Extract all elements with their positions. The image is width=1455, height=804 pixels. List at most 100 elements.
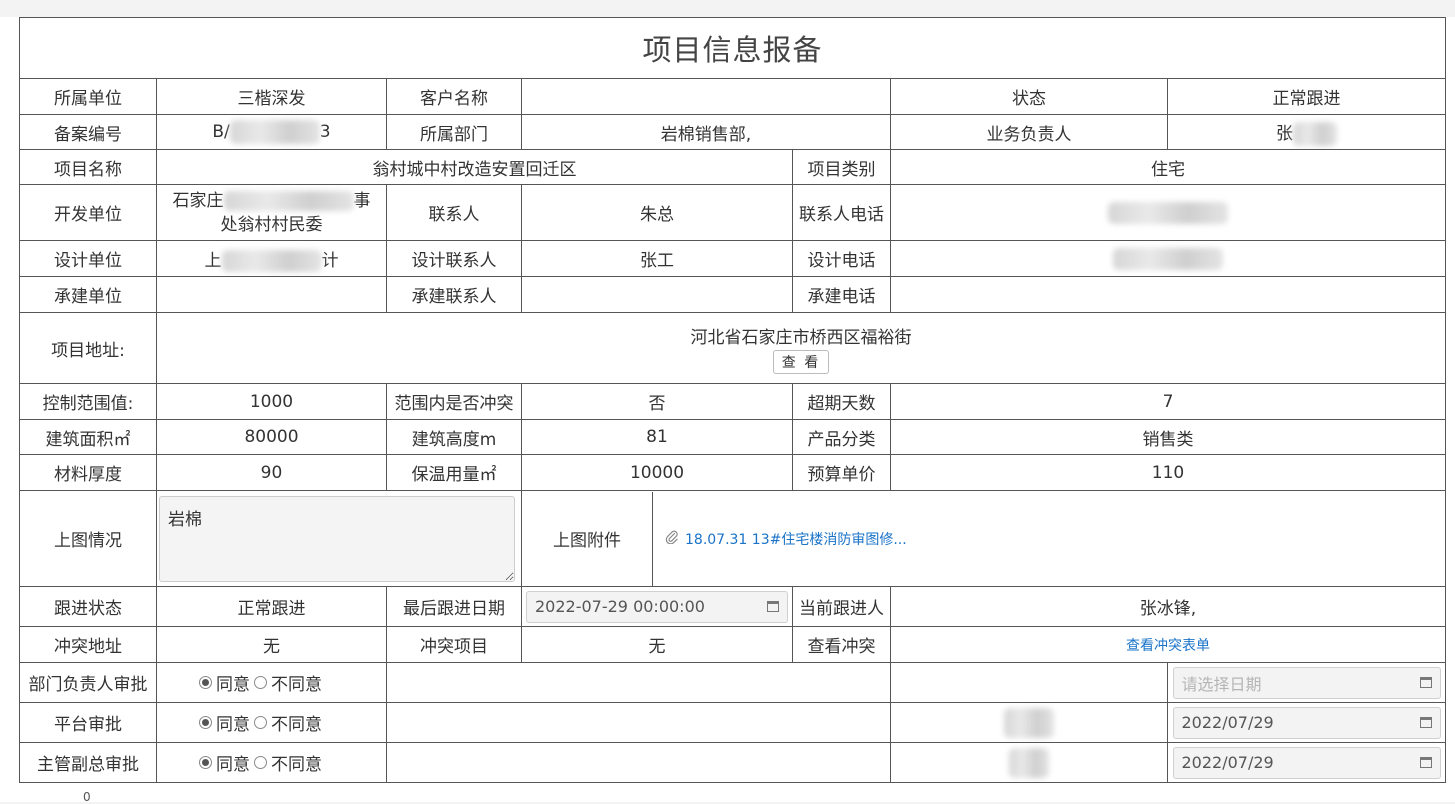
redacted-blur — [229, 120, 320, 144]
status-value: 正常跟进 — [1167, 78, 1446, 115]
approval-signature — [890, 742, 1168, 783]
product-category-label: 产品分类 — [792, 419, 891, 455]
building-area-label: 建筑面积㎡ — [19, 419, 157, 455]
unit-value: 三楷深发 — [156, 78, 387, 115]
dept-value: 岩棉销售部, — [521, 114, 891, 150]
record-value: B/3 — [156, 114, 387, 150]
material-thickness-label: 材料厚度 — [19, 454, 157, 491]
overdue-days-value: 7 — [890, 383, 1446, 420]
disagree-label: 不同意 — [271, 675, 322, 695]
approval-date-value: 2022/07/29 — [1181, 753, 1274, 772]
approval-radios: 同意 不同意 — [156, 662, 387, 703]
agree-label: 同意 — [216, 755, 250, 775]
approval-row-vp: 主管副总审批 同意 不同意 2022/07/29 — [19, 742, 1446, 783]
attachment-cell: 上图附件 18.07.31 13#住宅楼消防审图修... — [521, 490, 1446, 587]
budget-price-value: 110 — [890, 454, 1446, 491]
agree-radio[interactable] — [199, 756, 212, 769]
approval-radios: 同意 不同意 — [156, 742, 387, 783]
status-label: 状态 — [890, 78, 1168, 115]
disagree-label: 不同意 — [271, 755, 322, 775]
range-conflict-label: 范围内是否冲突 — [386, 383, 522, 420]
disagree-radio[interactable] — [254, 756, 267, 769]
address-cell: 河北省石家庄市桥西区福裕街 查 看 — [156, 312, 1446, 384]
building-height-value: 81 — [521, 419, 793, 455]
budget-price-label: 预算单价 — [792, 454, 891, 491]
approval-date-input[interactable]: 请选择日期 — [1172, 666, 1441, 699]
contact-label: 联系人 — [386, 184, 522, 241]
design-unit-value: 上计 — [156, 240, 387, 277]
view-address-button[interactable]: 查 看 — [772, 349, 830, 374]
record-label: 备案编号 — [19, 114, 157, 150]
product-category-value: 销售类 — [890, 419, 1446, 455]
approval-date-cell: 请选择日期 — [1167, 662, 1446, 703]
disagree-radio[interactable] — [254, 716, 267, 729]
view-conflict-form-link[interactable]: 查看冲突表单 — [1126, 638, 1210, 654]
approval-date-input[interactable]: 2022/07/29 — [1172, 706, 1441, 739]
control-range-value: 1000 — [156, 383, 387, 420]
last-follow-date-cell: 2022-07-29 00:00:00 — [521, 586, 793, 627]
approval-comment — [386, 702, 891, 743]
agree-radio[interactable] — [199, 716, 212, 729]
developer-value: 石家庄 事 处翁村村民委 — [156, 184, 387, 241]
developer-line1: 石家庄 — [172, 190, 224, 211]
builder-phone-value — [890, 276, 1446, 313]
calendar-icon[interactable] — [1419, 677, 1432, 688]
follow-status-label: 跟进状态 — [19, 586, 157, 627]
control-range-label: 控制范围值: — [19, 383, 157, 420]
calendar-icon[interactable] — [767, 601, 779, 612]
approval-signature — [890, 702, 1168, 743]
project-report-table: 项目信息报备 所属单位 三楷深发 客户名称 状态 正常跟进 备案编号 B/3 所… — [19, 17, 1446, 783]
approval-signature — [890, 662, 1168, 703]
design-contact-value: 张工 — [521, 240, 793, 277]
contact-phone-value — [890, 184, 1446, 241]
drawing-status-textarea[interactable]: 岩棉 — [159, 495, 515, 582]
conflict-project-value: 无 — [521, 626, 793, 663]
contact-value: 朱总 — [521, 184, 793, 241]
attachment-link[interactable]: 18.07.31 13#住宅楼消防审图修... — [685, 529, 907, 549]
approval-comment — [386, 742, 891, 783]
developer-line2: 处翁村村民委 — [220, 214, 323, 235]
approval-date-value: 2022/07/29 — [1181, 713, 1274, 732]
project-type-value: 住宅 — [890, 149, 1446, 185]
design-phone-value — [890, 240, 1446, 277]
attachment-label: 上图附件 — [523, 491, 653, 586]
builder-contact-value — [521, 276, 793, 313]
redacted-blur — [1108, 201, 1228, 224]
view-conflict-label: 查看冲突 — [792, 626, 891, 663]
disagree-radio[interactable] — [254, 676, 267, 689]
approval-date-input[interactable]: 2022/07/29 — [1172, 746, 1441, 779]
approval-row-dept: 部门负责人审批 同意 不同意 请选择日期 — [19, 662, 1446, 703]
builder-contact-label: 承建联系人 — [386, 276, 522, 313]
last-follow-date-input[interactable]: 2022-07-29 00:00:00 — [526, 590, 788, 623]
drawing-status-label: 上图情况 — [19, 490, 157, 587]
approval-label: 部门负责人审批 — [19, 662, 157, 703]
page-title: 项目信息报备 — [19, 17, 1446, 79]
address-label: 项目地址: — [19, 312, 157, 384]
drawing-status-cell: 岩棉 — [156, 490, 522, 587]
record-prefix: B/ — [212, 122, 230, 142]
last-follow-date-value: 2022-07-29 00:00:00 — [535, 597, 705, 616]
unit-label: 所属单位 — [19, 78, 157, 115]
approval-radios: 同意 不同意 — [156, 702, 387, 743]
approval-date-cell: 2022/07/29 — [1167, 702, 1446, 743]
view-conflict-cell: 查看冲突表单 — [890, 626, 1446, 663]
developer-label: 开发单位 — [19, 184, 157, 241]
overdue-days-label: 超期天数 — [792, 383, 891, 420]
builder-label: 承建单位 — [19, 276, 157, 313]
agree-radio[interactable] — [199, 676, 212, 689]
approval-date-cell: 2022/07/29 — [1167, 742, 1446, 783]
material-thickness-value: 90 — [156, 454, 387, 491]
approval-row-platform: 平台审批 同意 不同意 2022/07/29 — [19, 702, 1446, 743]
calendar-icon[interactable] — [1419, 757, 1432, 768]
building-height-label: 建筑高度m — [386, 419, 522, 455]
approval-comment — [386, 662, 891, 703]
client-label: 客户名称 — [386, 78, 522, 115]
current-follower-label: 当前跟进人 — [792, 586, 891, 627]
record-suffix: 3 — [319, 122, 331, 142]
calendar-icon[interactable] — [1419, 717, 1432, 728]
conflict-address-value: 无 — [156, 626, 387, 663]
builder-phone-label: 承建电话 — [792, 276, 891, 313]
design-suffix: 计 — [321, 250, 339, 271]
follow-status-value: 正常跟进 — [156, 586, 387, 627]
contact-phone-label: 联系人电话 — [792, 184, 891, 241]
